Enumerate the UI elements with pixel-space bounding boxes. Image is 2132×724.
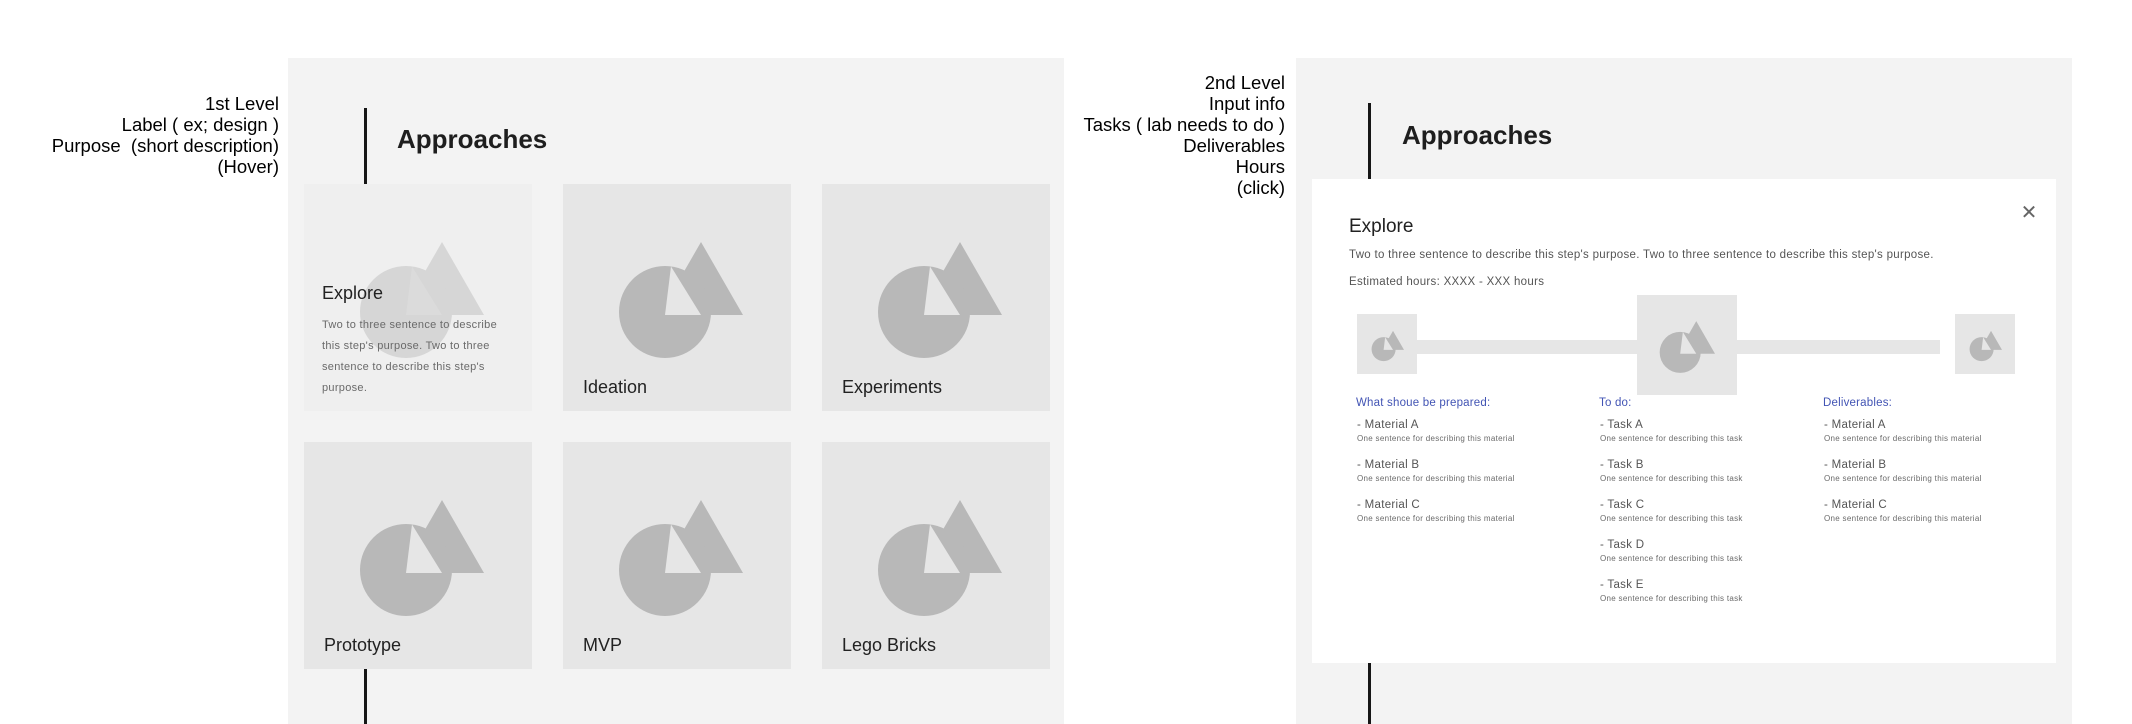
shapes-icon — [878, 242, 1002, 358]
list-item: - Material A One sentence for describing … — [1349, 419, 1515, 443]
item-description: One sentence for describing this materia… — [1357, 474, 1515, 483]
list-item: - Task E One sentence for describing this… — [1592, 579, 1743, 603]
card-label: Experiments — [842, 377, 943, 397]
list-item: - Material C One sentence for describing … — [1349, 499, 1515, 523]
shapes-icon — [1969, 330, 2002, 362]
item-description: One sentence for describing this materia… — [1357, 434, 1515, 443]
approaches-panel-hover: Approaches Explore Two to three sentence… — [288, 58, 1064, 724]
annotation-line: Tasks ( lab needs to do ) — [1083, 114, 1285, 135]
timeline-line — [364, 667, 367, 724]
annotation-line: Deliverables — [1183, 135, 1285, 156]
approach-card-lego-bricks[interactable]: Lego Bricks — [822, 442, 1050, 669]
item-name: - Task E — [1600, 579, 1644, 591]
item-name: - Material C — [1357, 499, 1421, 511]
annotation-line: 2nd Level — [1204, 72, 1285, 93]
item-name: - Task D — [1600, 539, 1645, 551]
step-purpose: Two to three sentence to describe this s… — [1349, 249, 1934, 261]
approach-card-mvp[interactable]: MVP — [563, 442, 791, 669]
card-label: Prototype — [324, 635, 402, 655]
estimated-hours: Estimated hours: XXXX - XXX hours — [1349, 276, 1545, 288]
shapes-icon — [1371, 330, 1404, 362]
approach-card-explore[interactable]: Explore Two to three sentence to describ… — [304, 184, 532, 411]
item-name: - Material A — [1357, 419, 1419, 431]
list-item: - Material B One sentence for describing … — [1349, 459, 1515, 483]
page-title: Approaches — [397, 124, 548, 154]
approach-card-experiments[interactable]: Experiments — [822, 184, 1050, 411]
shapes-icon — [878, 500, 1002, 616]
list-item: - Material B One sentence for describing … — [1816, 459, 1982, 483]
modal-title: Explore — [1349, 216, 1414, 237]
click-level-annotation: 2nd Level Input info Tasks ( lab needs t… — [1060, 72, 1285, 198]
annotation-line: Label ( ex; design ) — [121, 114, 279, 135]
card-label: MVP — [583, 635, 623, 655]
shapes-icon — [619, 500, 743, 616]
step-node-current[interactable] — [1637, 295, 1737, 395]
step-node-previous[interactable] — [1357, 314, 1417, 374]
item-description: One sentence for describing this task — [1600, 474, 1743, 483]
card-label: Ideation — [583, 377, 648, 397]
hover-level-annotation: 1st Level Label ( ex; design ) Purpose (… — [20, 93, 279, 177]
timeline-line — [364, 108, 367, 184]
item-name: - Material C — [1824, 499, 1888, 511]
list-item: - Task B One sentence for describing this… — [1592, 459, 1743, 483]
page-title: Approaches — [1402, 120, 1553, 150]
timeline-line — [1368, 103, 1371, 180]
timeline-line — [1368, 663, 1371, 724]
annotation-line: Purpose (short description) — [51, 135, 279, 156]
tasks-column: To do: - Task A One sentence for describi… — [1592, 397, 1743, 603]
shapes-icon — [619, 242, 743, 358]
annotation-line: Hours — [1235, 156, 1285, 177]
item-name: - Material B — [1824, 459, 1887, 471]
item-name: - Task C — [1600, 499, 1645, 511]
item-description: One sentence for describing this materia… — [1824, 434, 1982, 443]
item-description: One sentence for describing this task — [1600, 554, 1743, 563]
shapes-icon — [1659, 321, 1715, 373]
annotation-line: (Hover) — [217, 156, 279, 177]
annotation-line: (click) — [1236, 177, 1285, 198]
item-description: One sentence for describing this materia… — [1824, 514, 1982, 523]
shapes-icon — [360, 500, 484, 616]
approach-card-ideation[interactable]: Ideation — [563, 184, 791, 411]
prepared-materials-column: What shoue be prepared: - Material A One … — [1349, 397, 1515, 523]
close-icon[interactable]: ✕ — [2020, 202, 2038, 224]
item-description: One sentence for describing this materia… — [1357, 514, 1515, 523]
item-description: One sentence for describing this task — [1600, 514, 1743, 523]
card-label: Lego Bricks — [842, 635, 937, 655]
deliverables-column: Deliverables: - Material A One sentence f… — [1816, 397, 1982, 523]
item-name: - Task B — [1600, 459, 1644, 471]
column-heading: What shoue be prepared: — [1356, 397, 1491, 409]
annotation-line: 1st Level — [204, 93, 279, 114]
list-item: - Material A One sentence for describing … — [1816, 419, 1982, 443]
step-node-next[interactable] — [1955, 314, 2015, 374]
item-name: - Task A — [1600, 419, 1644, 431]
column-heading: To do: — [1599, 397, 1632, 409]
item-description: One sentence for describing this task — [1600, 594, 1743, 603]
card-description: Two to three sentence to describe this s… — [322, 319, 497, 394]
card-title: Explore — [322, 283, 384, 303]
approach-card-prototype[interactable]: Prototype — [304, 442, 532, 669]
item-name: - Material A — [1824, 419, 1886, 431]
item-name: - Material B — [1357, 459, 1420, 471]
item-description: One sentence for describing this task — [1600, 434, 1743, 443]
step-detail-modal: ✕ Explore Two to three sentence to descr… — [1312, 179, 2056, 663]
list-item: - Task C One sentence for describing this… — [1592, 499, 1743, 523]
column-heading: Deliverables: — [1823, 397, 1893, 409]
item-description: One sentence for describing this materia… — [1824, 474, 1982, 483]
list-item: - Task A One sentence for describing this… — [1592, 419, 1743, 443]
annotation-line: Input info — [1208, 93, 1285, 114]
list-item: - Material C One sentence for describing … — [1816, 499, 1982, 523]
list-item: - Task D One sentence for describing this… — [1592, 539, 1743, 563]
